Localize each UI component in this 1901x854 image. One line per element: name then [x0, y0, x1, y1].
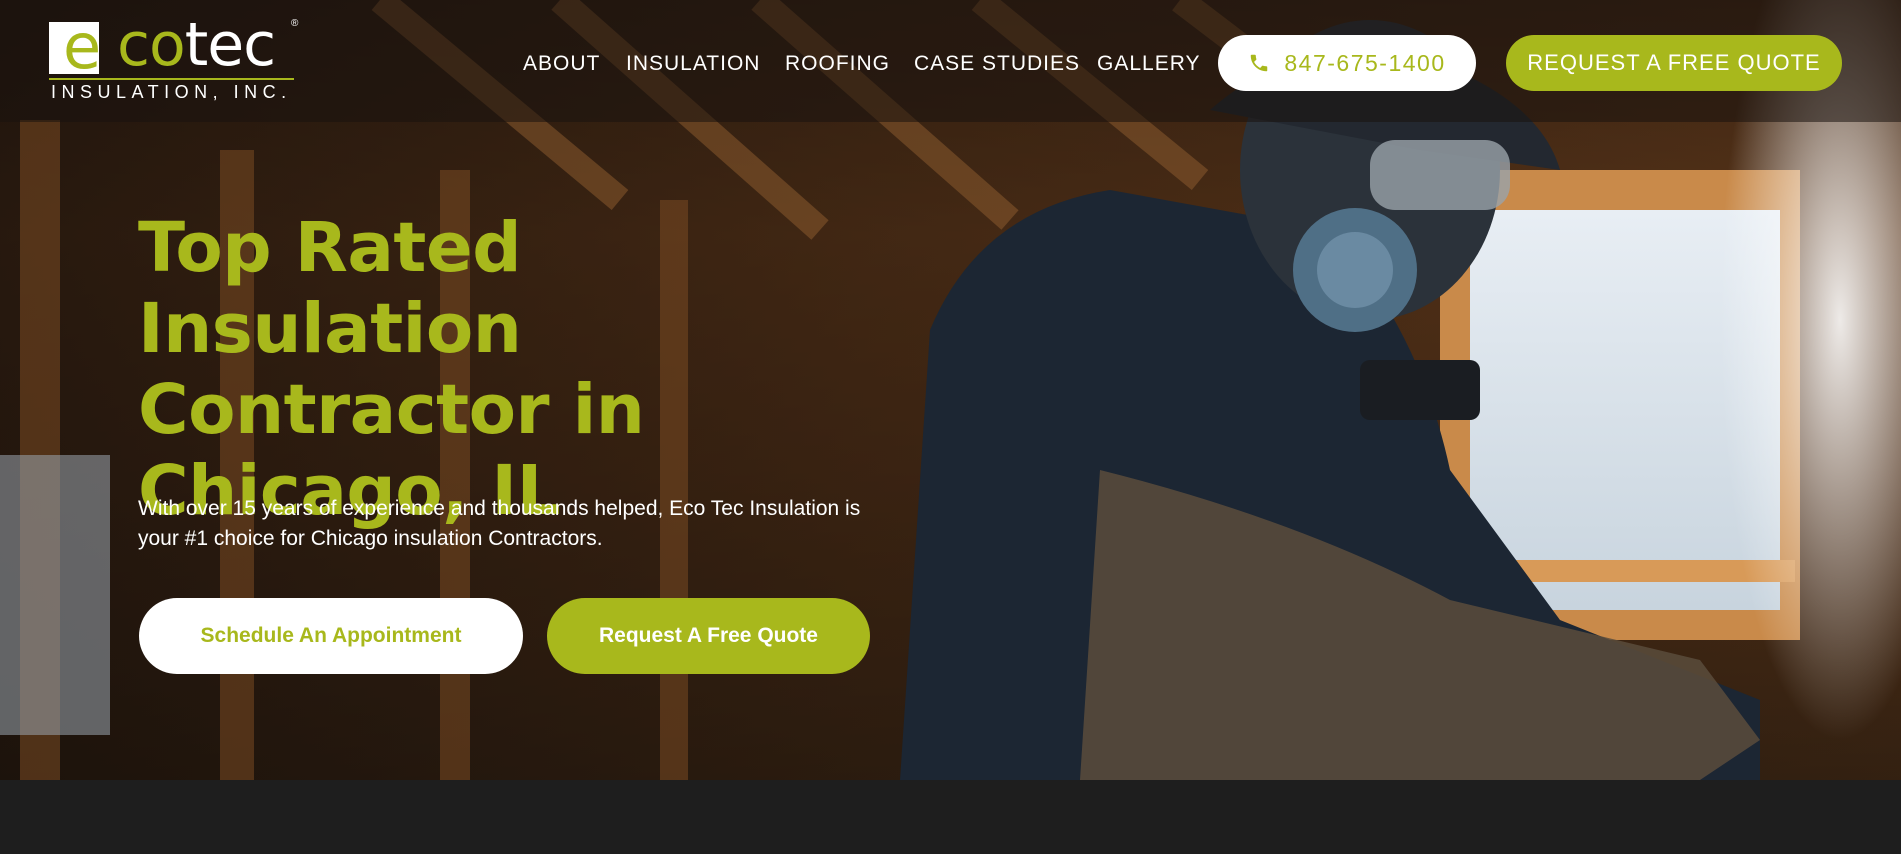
- schedule-appointment-button[interactable]: Schedule An Appointment: [139, 598, 523, 674]
- headline-line-1: Top Rated Insulation: [138, 208, 522, 369]
- logo-subtitle: INSULATION, INC.: [51, 82, 292, 102]
- logo-underline: [49, 78, 294, 80]
- nav-case-studies[interactable]: CASE STUDIES: [914, 52, 1080, 76]
- request-quote-header-button[interactable]: REQUEST A FREE QUOTE: [1506, 35, 1842, 91]
- logo-wordmark: e cotec: [49, 10, 276, 80]
- phone-button[interactable]: 847-675-1400: [1218, 35, 1476, 91]
- headline-line-2: Contractor in: [138, 370, 645, 450]
- registered-mark: ®: [291, 18, 299, 29]
- logo[interactable]: e cotec ® INSULATION, INC.: [49, 10, 299, 102]
- phone-number: 847-675-1400: [1284, 49, 1446, 76]
- logo-e-block: e: [49, 16, 101, 78]
- nav-gallery[interactable]: GALLERY: [1097, 52, 1201, 76]
- nav-insulation[interactable]: INSULATION: [626, 52, 760, 76]
- request-quote-hero-button[interactable]: Request A Free Quote: [547, 598, 870, 674]
- phone-icon: [1251, 54, 1268, 72]
- tagline-line-2: your #1 choice for Chicago insulation Co…: [138, 527, 603, 550]
- hero-section: e cotec ® INSULATION, INC. ABOUT INSULAT…: [0, 0, 1901, 780]
- hero-tagline: With over 15 years of experience and tho…: [138, 494, 878, 554]
- hero-headline: Top Rated Insulation Contractor in Chica…: [138, 208, 918, 532]
- next-section: [0, 780, 1901, 854]
- nav-roofing[interactable]: ROOFING: [785, 52, 890, 76]
- logo-text: cotec: [117, 10, 276, 80]
- nav-about[interactable]: ABOUT: [523, 52, 600, 76]
- tagline-line-1: With over 15 years of experience and tho…: [138, 497, 861, 520]
- logo-e-letter: e: [63, 10, 102, 83]
